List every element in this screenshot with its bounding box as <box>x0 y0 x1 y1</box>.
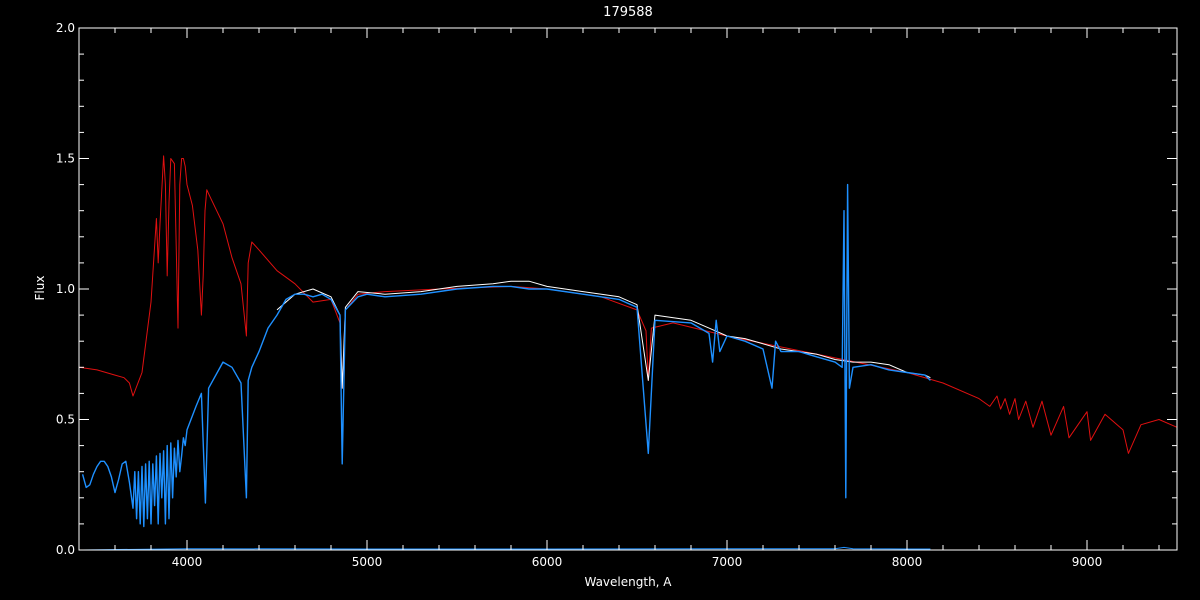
spectrum-plot: 179588 Wavelength, A Flux 4000 5000 6000 70… <box>33 5 1178 589</box>
x-tick-label: 5000 <box>352 555 383 569</box>
x-axis-label: Wavelength, A <box>584 575 672 589</box>
y-tick-label: 1.5 <box>56 152 75 166</box>
x-tick-label: 6000 <box>532 555 563 569</box>
y-tick-label: 1.0 <box>56 282 75 296</box>
series-line-1 <box>78 155 1178 454</box>
y-tick-label: 2.0 <box>56 21 75 35</box>
x-tick-label: 7000 <box>712 555 743 569</box>
x-tick-label: 9000 <box>1072 555 1103 569</box>
y-tick-label: 0.5 <box>56 413 75 427</box>
x-tick-label: 8000 <box>892 555 923 569</box>
tick-layer: 4000 5000 6000 7000 8000 9000 0.0 0.5 1.0 1.5 2.0 <box>56 21 1177 569</box>
plot-frame <box>78 27 1178 551</box>
y-axis-label: Flux <box>33 276 47 301</box>
series-line-3 <box>81 183 931 528</box>
y-tick-label: 0.0 <box>56 543 75 557</box>
x-tick-label: 4000 <box>172 555 203 569</box>
chart-title: 179588 <box>603 5 653 20</box>
series-layer <box>78 155 1178 551</box>
